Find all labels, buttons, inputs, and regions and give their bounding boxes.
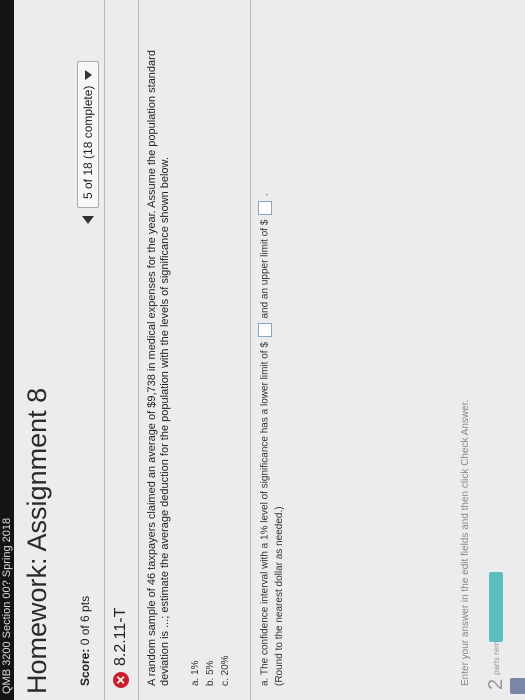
app-icon bbox=[510, 678, 525, 694]
score-value: 0 of 6 pts bbox=[78, 595, 92, 646]
level-c: c. 20% bbox=[220, 655, 231, 686]
significance-levels: a. 1% b. 5% c. 20% bbox=[188, 655, 233, 686]
instructions: Enter your answer in the edit fields and… bbox=[460, 399, 471, 686]
part-a-text-end: . bbox=[259, 193, 271, 197]
course-banner: QMB 3200 Section 00? Spring 2018 bbox=[0, 0, 14, 700]
incorrect-icon: ✕ bbox=[113, 672, 129, 688]
part-a-text-middle: and an upper limit of $ bbox=[259, 219, 271, 319]
dropdown-arrow-icon[interactable] bbox=[84, 69, 92, 80]
homework-page: QMB 3200 Section 00? Spring 2018 Homewor… bbox=[0, 0, 525, 700]
question-id: 8.2.11-T bbox=[112, 607, 129, 666]
upper-limit-input[interactable] bbox=[258, 200, 272, 215]
part-a: a. The confidence interval with a 1% lev… bbox=[258, 6, 287, 686]
part-a-text: a. The confidence interval with a 1% lev… bbox=[259, 342, 271, 686]
progress-bar bbox=[489, 572, 503, 642]
divider bbox=[104, 0, 105, 700]
divider bbox=[250, 0, 251, 700]
score-label: Score: bbox=[78, 648, 92, 686]
previous-question-icon[interactable] bbox=[82, 216, 94, 224]
page-title: Homework: Assignment 8 bbox=[22, 387, 52, 694]
rounding-hint: (Round to the nearest dollar as needed.) bbox=[273, 506, 285, 686]
parts-count: 2 bbox=[485, 678, 507, 690]
question-selector[interactable]: 5 of 18 (18 complete) bbox=[77, 60, 99, 208]
question-pager[interactable]: 5 of 18 (18 complete) bbox=[76, 14, 100, 224]
question-prompt: A random sample of 46 taxpayers claimed … bbox=[146, 50, 171, 686]
level-b: b. 5% bbox=[205, 660, 216, 686]
score: Score: 0 of 6 pts bbox=[78, 596, 92, 686]
part-a-statement: a. The confidence interval with a 1% lev… bbox=[258, 6, 273, 686]
question-position: 5 of 18 (18 complete) bbox=[81, 85, 95, 199]
question-header: ✕ 8.2.11-T bbox=[112, 608, 130, 688]
level-a: a. 1% bbox=[190, 660, 201, 686]
divider bbox=[138, 0, 139, 700]
lower-limit-input[interactable] bbox=[258, 323, 272, 338]
